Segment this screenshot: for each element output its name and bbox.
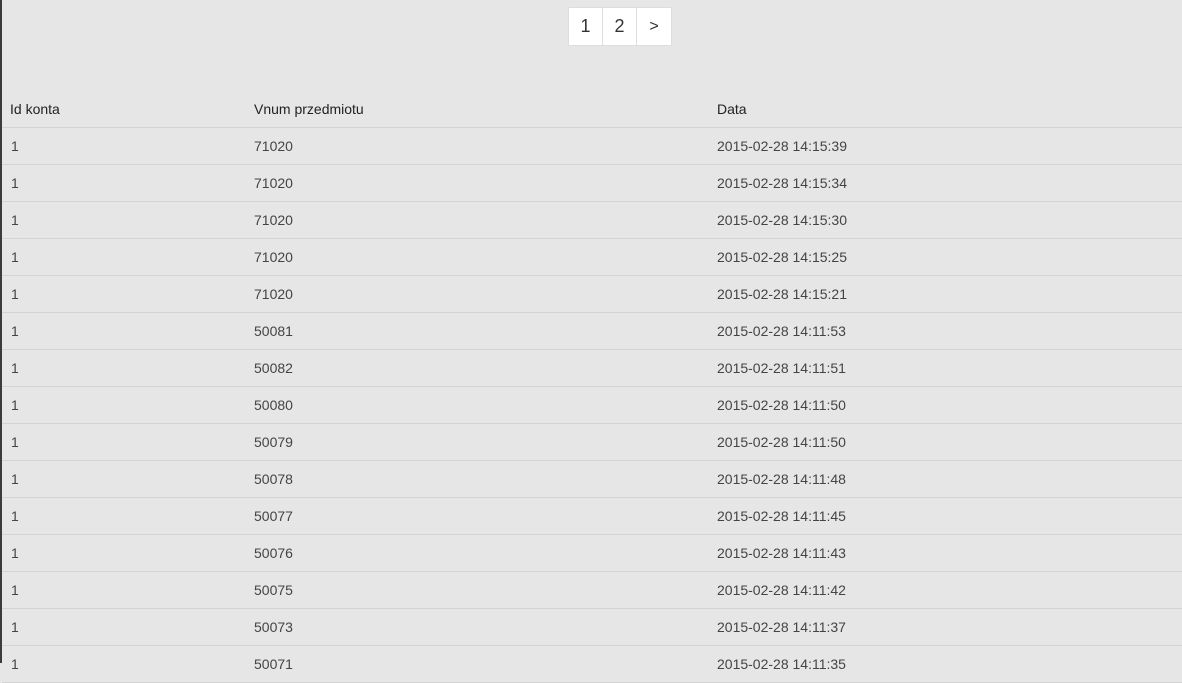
page-2-button[interactable]: 2 xyxy=(603,8,637,45)
table-row: 1 71020 2015-02-28 14:15:25 xyxy=(2,239,1182,276)
table-row: 1 50075 2015-02-28 14:11:42 xyxy=(2,572,1182,609)
cell-vnum-przedmiotu: 50077 xyxy=(254,508,293,524)
header-data: Data xyxy=(717,100,747,117)
table-row: 1 50081 2015-02-28 14:11:53 xyxy=(2,313,1182,350)
cell-vnum-przedmiotu: 50082 xyxy=(254,360,293,376)
table-row: 1 71020 2015-02-28 14:15:34 xyxy=(2,165,1182,202)
cell-vnum-przedmiotu: 50071 xyxy=(254,656,293,672)
cell-id-konta: 1 xyxy=(11,582,19,598)
cell-data: 2015-02-28 14:11:50 xyxy=(717,397,846,413)
cell-id-konta: 1 xyxy=(11,212,19,228)
table-row: 1 50071 2015-02-28 14:11:35 xyxy=(2,646,1182,683)
table-row: 1 71020 2015-02-28 14:15:21 xyxy=(2,276,1182,313)
table-row: 1 71020 2015-02-28 14:15:30 xyxy=(2,202,1182,239)
cell-vnum-przedmiotu: 50078 xyxy=(254,471,293,487)
cell-id-konta: 1 xyxy=(11,360,19,376)
cell-vnum-przedmiotu: 50081 xyxy=(254,323,293,339)
cell-data: 2015-02-28 14:11:50 xyxy=(717,434,846,450)
cell-vnum-przedmiotu: 71020 xyxy=(254,286,293,302)
cell-vnum-przedmiotu: 71020 xyxy=(254,175,293,191)
cell-vnum-przedmiotu: 50073 xyxy=(254,619,293,635)
page-1-button[interactable]: 1 xyxy=(569,8,603,45)
cell-id-konta: 1 xyxy=(11,619,19,635)
cell-data: 2015-02-28 14:15:34 xyxy=(717,175,847,191)
table-header: Id konta Vnum przedmiotu Data xyxy=(2,90,1182,128)
table-row: 1 50076 2015-02-28 14:11:43 xyxy=(2,535,1182,572)
cell-vnum-przedmiotu: 50079 xyxy=(254,434,293,450)
table-row: 1 50079 2015-02-28 14:11:50 xyxy=(2,424,1182,461)
cell-vnum-przedmiotu: 50075 xyxy=(254,582,293,598)
history-table: Id konta Vnum przedmiotu Data 1 71020 2015… xyxy=(2,90,1182,683)
cell-data: 2015-02-28 14:15:39 xyxy=(717,138,847,154)
cell-vnum-przedmiotu: 71020 xyxy=(254,138,293,154)
cell-id-konta: 1 xyxy=(11,323,19,339)
cell-data: 2015-02-28 14:15:30 xyxy=(717,212,847,228)
cell-data: 2015-02-28 14:11:45 xyxy=(717,508,846,524)
cell-id-konta: 1 xyxy=(11,286,19,302)
header-id-konta: Id konta xyxy=(10,100,60,117)
cell-id-konta: 1 xyxy=(11,397,19,413)
cell-data: 2015-02-28 14:11:43 xyxy=(717,545,846,561)
cell-data: 2015-02-28 14:11:51 xyxy=(717,360,846,376)
cell-id-konta: 1 xyxy=(11,138,19,154)
table-row: 1 50078 2015-02-28 14:11:48 xyxy=(2,461,1182,498)
cell-id-konta: 1 xyxy=(11,434,19,450)
cell-id-konta: 1 xyxy=(11,545,19,561)
header-vnum-przedmiotu: Vnum przedmiotu xyxy=(254,100,364,117)
cell-id-konta: 1 xyxy=(11,508,19,524)
cell-data: 2015-02-28 14:11:42 xyxy=(717,582,846,598)
table-row: 1 50073 2015-02-28 14:11:37 xyxy=(2,609,1182,646)
cell-data: 2015-02-28 14:11:37 xyxy=(717,619,846,635)
cell-vnum-przedmiotu: 50080 xyxy=(254,397,293,413)
cell-data: 2015-02-28 14:11:35 xyxy=(717,656,846,672)
cell-vnum-przedmiotu: 71020 xyxy=(254,249,293,265)
cell-id-konta: 1 xyxy=(11,656,19,672)
cell-data: 2015-02-28 14:15:21 xyxy=(717,286,847,302)
cell-data: 2015-02-28 14:11:48 xyxy=(717,471,846,487)
table-row: 1 50077 2015-02-28 14:11:45 xyxy=(2,498,1182,535)
cell-vnum-przedmiotu: 50076 xyxy=(254,545,293,561)
table-row: 1 50080 2015-02-28 14:11:50 xyxy=(2,387,1182,424)
cell-id-konta: 1 xyxy=(11,249,19,265)
pagination: 1 2 > xyxy=(568,7,672,46)
cell-data: 2015-02-28 14:15:25 xyxy=(717,249,847,265)
cell-id-konta: 1 xyxy=(11,471,19,487)
table-row: 1 71020 2015-02-28 14:15:39 xyxy=(2,128,1182,165)
next-page-button[interactable]: > xyxy=(637,8,671,45)
cell-vnum-przedmiotu: 71020 xyxy=(254,212,293,228)
cell-id-konta: 1 xyxy=(11,175,19,191)
table-body: 1 71020 2015-02-28 14:15:39 1 71020 2015-02-2… xyxy=(2,128,1182,683)
cell-data: 2015-02-28 14:11:53 xyxy=(717,323,846,339)
table-row: 1 50082 2015-02-28 14:11:51 xyxy=(2,350,1182,387)
